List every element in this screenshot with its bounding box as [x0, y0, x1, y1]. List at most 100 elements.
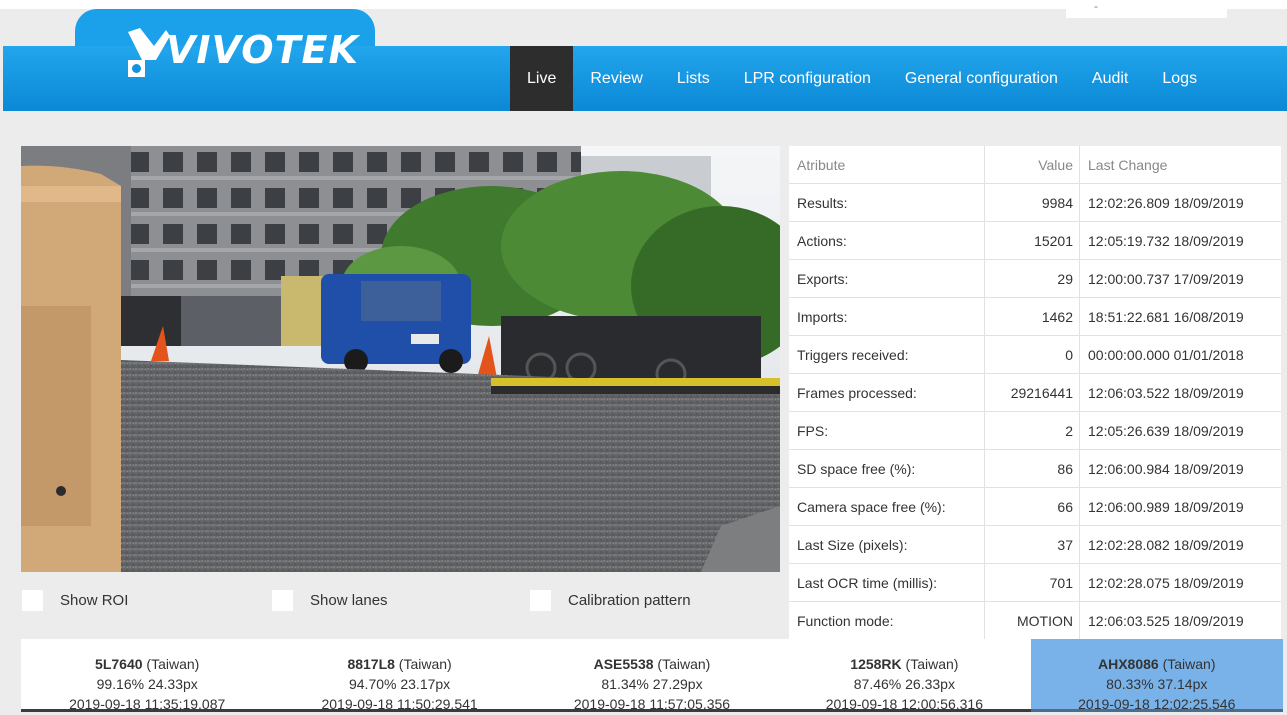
- calibration-pattern-label: Calibration pattern: [568, 592, 691, 609]
- plate-metrics: 99.16% 24.33px: [96, 676, 198, 692]
- row-last-change: 12:00:00.737 17/09/2019: [1079, 259, 1281, 298]
- row-value: 86: [984, 449, 1080, 488]
- row-value: 1462: [984, 297, 1080, 336]
- show-lanes-checkbox[interactable]: [272, 590, 293, 611]
- plate-country: (Taiwan): [394, 656, 452, 672]
- row-last-change: 12:02:28.075 18/09/2019: [1079, 563, 1281, 602]
- row-value: 29216441: [984, 373, 1080, 412]
- row-value: 66: [984, 487, 1080, 526]
- row-attribute: Last OCR time (millis):: [789, 563, 985, 602]
- row-value: 37: [984, 525, 1080, 564]
- calibration-pattern-checkbox[interactable]: [530, 590, 551, 611]
- row-attribute: Results:: [789, 183, 985, 222]
- row-value: MOTION: [984, 601, 1080, 640]
- plate-number: AHX8086: [1098, 656, 1159, 672]
- row-value: 2: [984, 411, 1080, 450]
- plate-metrics: 94.70% 23.17px: [348, 676, 451, 692]
- plate-card-selected[interactable]: AHX8086 (Taiwan) 80.33% 37.14px 2019-09-…: [1030, 639, 1283, 712]
- row-last-change: 12:06:03.522 18/09/2019: [1079, 373, 1281, 412]
- row-attribute: Last Size (pixels):: [789, 525, 985, 564]
- table-row: Triggers received: 0 00:00:00.000 01/01/20…: [789, 335, 1281, 374]
- table-row: Actions: 15201 12:05:19.732 18/09/2019: [789, 221, 1281, 260]
- plate-card[interactable]: ASE5538 (Taiwan) 81.34% 27.29px 2019-09-…: [525, 639, 779, 712]
- show-roi-label: Show ROI: [60, 592, 129, 609]
- header-value: Value: [984, 146, 1080, 184]
- logo-mark-icon: [128, 28, 170, 77]
- show-lanes-label: Show lanes: [310, 592, 388, 609]
- header-last-change: Last Change: [1079, 146, 1281, 184]
- calibration-pattern-option[interactable]: Calibration pattern: [530, 590, 691, 611]
- plate-number: 5L7640: [95, 656, 143, 672]
- statistics-table: Atribute Value Last Change Results: 9984 1…: [789, 146, 1281, 640]
- plate-metrics: 81.34% 27.29px: [601, 676, 703, 692]
- plate-title: 5L7640 (Taiwan): [21, 654, 273, 674]
- plate-thumbnail: [525, 709, 779, 712]
- table-header: Atribute Value Last Change: [789, 146, 1281, 184]
- row-last-change: 12:06:03.525 18/09/2019: [1079, 601, 1281, 640]
- row-last-change: 00:00:00.000 01/01/2018: [1079, 335, 1281, 374]
- table-row: SD space free (%): 86 12:06:00.984 18/09/2…: [789, 449, 1281, 488]
- row-attribute: FPS:: [789, 411, 985, 450]
- logo-text: VIVOTEK: [166, 28, 359, 72]
- table-row: Last OCR time (millis): 701 12:02:28.075 1…: [789, 563, 1281, 602]
- plate-number: 1258RK: [850, 656, 902, 672]
- plate-card[interactable]: 5L7640 (Taiwan) 99.16% 24.33px 2019-09-1…: [21, 639, 274, 712]
- row-value: 15201: [984, 221, 1080, 260]
- nav-live[interactable]: Live: [510, 46, 574, 111]
- row-last-change: 12:02:26.809 18/09/2019: [1079, 183, 1281, 222]
- row-attribute: Triggers received:: [789, 335, 985, 374]
- plate-title: ASE5538 (Taiwan): [526, 654, 778, 674]
- plate-title: AHX8086 (Taiwan): [1031, 654, 1283, 674]
- row-last-change: 12:05:26.639 18/09/2019: [1079, 411, 1281, 450]
- plate-metrics: 87.46% 26.33px: [853, 676, 955, 692]
- live-camera-view[interactable]: [21, 146, 780, 572]
- row-attribute: SD space free (%):: [789, 449, 985, 488]
- plate-title: 8817L8 (Taiwan): [273, 654, 525, 674]
- vivotek-logo: VIVOTEK: [126, 26, 358, 86]
- row-value: 0: [984, 335, 1080, 374]
- header-attribute: Atribute: [789, 146, 985, 184]
- plate-title: 1258RK (Taiwan): [778, 654, 1030, 674]
- plate-thumbnail: [778, 709, 1031, 712]
- show-roi-option[interactable]: Show ROI: [22, 590, 128, 611]
- user-menu-text: -: [1094, 0, 1098, 13]
- nav-audit[interactable]: Audit: [1075, 46, 1145, 111]
- row-last-change: 12:06:00.989 18/09/2019: [1079, 487, 1281, 526]
- row-attribute: Imports:: [789, 297, 985, 336]
- show-lanes-option[interactable]: Show lanes: [272, 590, 388, 611]
- row-attribute: Frames processed:: [789, 373, 985, 412]
- table-row: Last Size (pixels): 37 12:02:28.082 18/09/…: [789, 525, 1281, 564]
- row-last-change: 12:02:28.082 18/09/2019: [1079, 525, 1281, 564]
- nav-logs[interactable]: Logs: [1145, 46, 1214, 111]
- row-value: 701: [984, 563, 1080, 602]
- row-attribute: Exports:: [789, 259, 985, 298]
- plate-country: (Taiwan): [142, 656, 200, 672]
- nav-review[interactable]: Review: [573, 46, 659, 111]
- show-roi-checkbox[interactable]: [22, 590, 43, 611]
- nav-lpr-configuration[interactable]: LPR configuration: [727, 46, 888, 111]
- table-row: Exports: 29 12:00:00.737 17/09/2019: [789, 259, 1281, 298]
- plate-country: (Taiwan): [1158, 656, 1216, 672]
- row-attribute: Actions:: [789, 221, 985, 260]
- table-row: FPS: 2 12:05:26.639 18/09/2019: [789, 411, 1281, 450]
- table-row: Imports: 1462 18:51:22.681 16/08/2019: [789, 297, 1281, 336]
- plate-metrics: 80.33% 37.14px: [1106, 676, 1208, 692]
- main-nav: Live Review Lists LPR configuration Gene…: [510, 46, 1214, 111]
- row-value: 9984: [984, 183, 1080, 222]
- nav-lists[interactable]: Lists: [660, 46, 727, 111]
- plate-card[interactable]: 8817L8 (Taiwan) 94.70% 23.17px 2019-09-1…: [273, 639, 526, 712]
- row-last-change: 18:51:22.681 16/08/2019: [1079, 297, 1281, 336]
- row-attribute: Camera space free (%):: [789, 487, 985, 526]
- user-menu[interactable]: -: [1066, 0, 1227, 18]
- table-row: Function mode: MOTION 12:06:03.525 18/09/2…: [789, 601, 1281, 640]
- recognized-plates-strip: 5L7640 (Taiwan) 99.16% 24.33px 2019-09-1…: [21, 639, 1283, 712]
- row-attribute: Function mode:: [789, 601, 985, 640]
- table-row: Camera space free (%): 66 12:06:00.989 18/…: [789, 487, 1281, 526]
- row-last-change: 12:06:00.984 18/09/2019: [1079, 449, 1281, 488]
- nav-general-configuration[interactable]: General configuration: [888, 46, 1075, 111]
- plate-card[interactable]: 1258RK (Taiwan) 87.46% 26.33px 2019-09-1…: [778, 639, 1031, 712]
- plate-thumbnail: [1030, 709, 1283, 712]
- row-last-change: 12:05:19.732 18/09/2019: [1079, 221, 1281, 260]
- plate-country: (Taiwan): [901, 656, 959, 672]
- plate-thumbnail: [273, 709, 526, 712]
